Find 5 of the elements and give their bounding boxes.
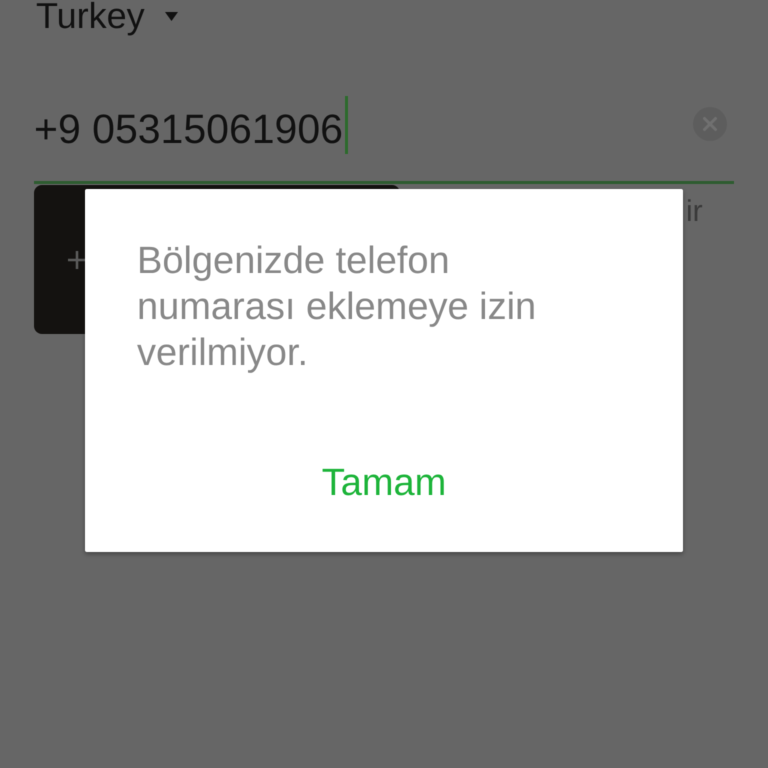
- dialog-message: Bölgenizde telefon numarası eklemeye izin verilmiyor.: [137, 239, 538, 376]
- plus-icon: [68, 250, 86, 268]
- ok-button[interactable]: Tamam: [306, 448, 462, 518]
- text-cursor-icon: [344, 96, 348, 154]
- caret-icon: [164, 12, 178, 20]
